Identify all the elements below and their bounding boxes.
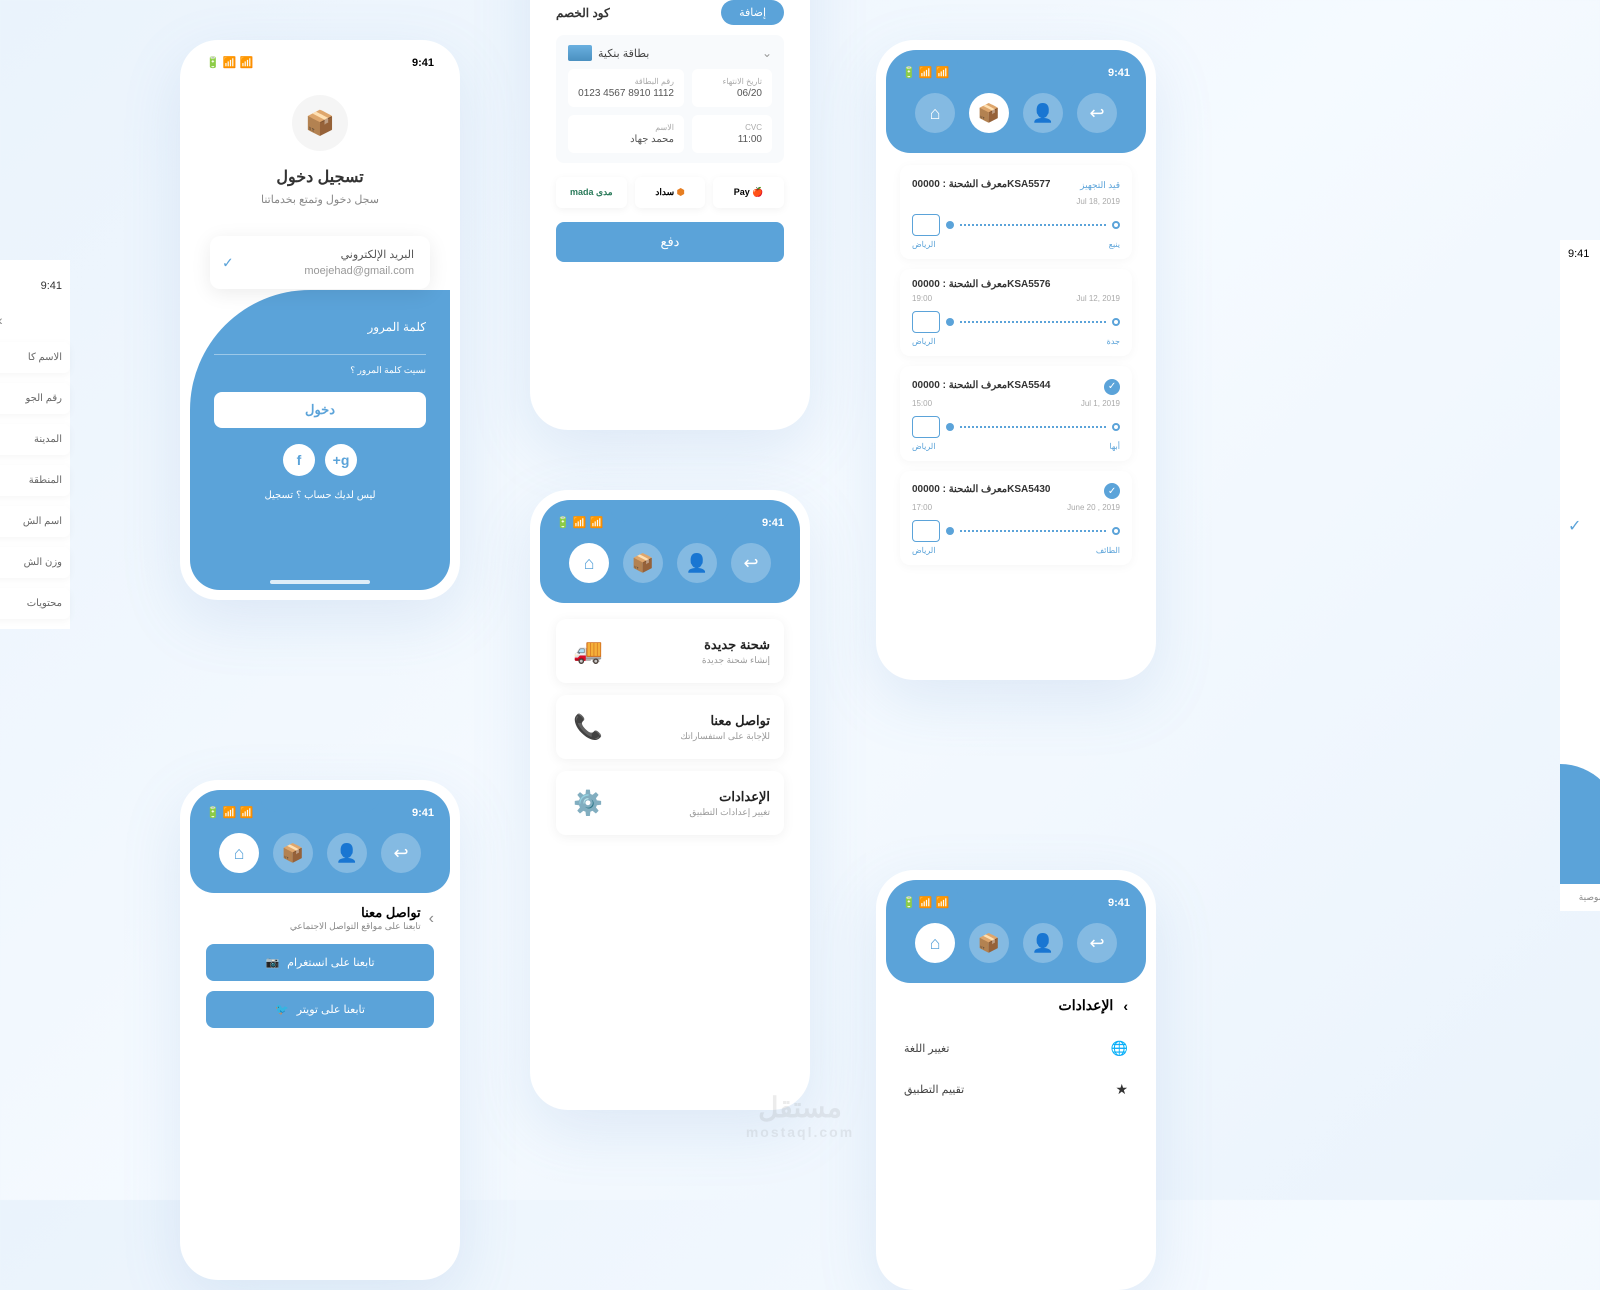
menu-item[interactable]: الإعداداتتغيير إعدادات التطبيق ⚙️ — [556, 771, 784, 835]
instagram-icon: 📷 — [265, 956, 279, 969]
twitter-button[interactable]: تابعنا على تويتر🐦 — [206, 991, 434, 1028]
login-button[interactable]: دخول — [214, 392, 426, 428]
settings-title: الإعدادات — [1059, 997, 1114, 1014]
contact-subtitle: تابعنا على مواقع التواصل الاجتماعي — [206, 921, 421, 932]
bank-card-section: ⌄ بطاقة بنكية تاريخ الانتهاء 06/20 رقم ا… — [556, 35, 784, 163]
menu-icon: ⚙️ — [570, 785, 606, 821]
nav-logout[interactable]: ↩ — [1077, 923, 1117, 963]
login-subtitle: سجل دخول وتمتع بخدماتنا — [190, 193, 450, 206]
watermark: مستقل mostaql.com — [746, 1091, 854, 1140]
globe-icon: 🌐 — [1111, 1040, 1128, 1057]
cvc-field[interactable]: CVC 11:00 — [692, 115, 772, 153]
form-field[interactable]: اسم الش — [0, 506, 70, 537]
back-icon[interactable]: › — [0, 308, 70, 342]
expiry-field[interactable]: تاريخ الانتهاء 06/20 — [692, 69, 772, 107]
signup-link[interactable]: ليس لديك حساب ؟ تسجيل — [214, 490, 426, 501]
shipment-card[interactable]: ✓ معرف الشحنة : 00000KSA5544 15:00Jul 1,… — [900, 366, 1132, 461]
add-discount-button[interactable]: إضافة — [721, 0, 784, 25]
mada-option[interactable]: مدى mada — [556, 177, 627, 208]
password-label: كلمة المرور — [214, 320, 426, 334]
facebook-login-button[interactable]: f — [283, 444, 315, 476]
nav-profile[interactable]: 👤 — [1023, 923, 1063, 963]
contact-title: تواصل معنا — [206, 905, 421, 921]
shipment-card[interactable]: معرف الشحنة : 00000KSA5576 19:00Jul 12, … — [900, 269, 1132, 356]
menu-item[interactable]: شحنة جديدةإنشاء شحنة جديدة 🚚 — [556, 619, 784, 683]
truck-icon — [912, 520, 940, 542]
menu-icon: 🚚 — [570, 633, 606, 669]
email-input[interactable]: البريد الإلكتروني moejehad@gmail.com ✓ — [210, 236, 430, 289]
shipment-card[interactable]: ✓ معرف الشحنة : 00000KSA5430 17:00June 2… — [900, 471, 1132, 566]
chevron-down-icon[interactable]: ⌄ — [762, 46, 772, 60]
nav-shipments[interactable]: 📦 — [273, 833, 313, 873]
star-icon: ★ — [1115, 1081, 1128, 1098]
rate-setting[interactable]: ★ تقييم التطبيق — [886, 1069, 1146, 1110]
nav-logout[interactable]: ↩ — [381, 833, 421, 873]
check-icon: ✓ — [1104, 483, 1120, 499]
nav-profile[interactable]: 👤 — [677, 543, 717, 583]
status-icons: 📶 📶 🔋 — [206, 56, 253, 69]
password-input[interactable] — [214, 354, 426, 355]
pay-button[interactable]: دفع — [556, 222, 784, 262]
back-icon[interactable]: › — [429, 910, 434, 928]
apple-pay-option[interactable]: 🍎 Pay — [713, 177, 784, 208]
nav-shipments[interactable]: 📦 — [623, 543, 663, 583]
card-number-field[interactable]: رقم البطاقة 0123 4567 8910 1112 — [568, 69, 684, 107]
app-logo: 📦 — [292, 95, 348, 151]
menu-item[interactable]: تواصل معناللإجابة على استفساراتك 📞 — [556, 695, 784, 759]
nav-profile[interactable]: 👤 — [327, 833, 367, 873]
shipment-card[interactable]: قيد التجهيز معرف الشحنة : 00000KSA5577 J… — [900, 165, 1132, 259]
form-field[interactable]: رقم الجو — [0, 383, 70, 414]
card-icon — [568, 45, 592, 61]
login-title: تسجيل دخول — [190, 167, 450, 187]
back-icon[interactable]: › — [1123, 998, 1128, 1014]
nav-home[interactable]: ⌂ — [915, 93, 955, 133]
sadad-option[interactable]: ⬢ سداد — [635, 177, 706, 208]
nav-home[interactable]: ⌂ — [915, 923, 955, 963]
check-icon: ✓ — [1104, 379, 1120, 395]
instagram-button[interactable]: تابعنا على انستغرام📷 — [206, 944, 434, 981]
nav-logout[interactable]: ↩ — [731, 543, 771, 583]
time: 9:41 — [412, 57, 434, 69]
truck-icon — [912, 214, 940, 236]
google-login-button[interactable]: g+ — [325, 444, 357, 476]
form-field[interactable]: وزن الش — [0, 547, 70, 578]
nav-profile[interactable]: 👤 — [1023, 93, 1063, 133]
nav-shipments[interactable]: 📦 — [969, 93, 1009, 133]
nav-shipments[interactable]: 📦 — [969, 923, 1009, 963]
form-field[interactable]: المدينة — [0, 424, 70, 455]
check-icon: ✓ — [222, 254, 234, 271]
nav-home[interactable]: ⌂ — [569, 543, 609, 583]
forgot-password-link[interactable]: نسيت كلمة المرور ؟ — [214, 365, 426, 376]
twitter-icon: 🐦 — [275, 1003, 289, 1016]
name-field[interactable]: الاسم محمد جهاد — [568, 115, 684, 153]
truck-icon — [912, 416, 940, 438]
check-icon: ✓ — [1560, 508, 1600, 544]
truck-icon — [912, 311, 940, 333]
form-field[interactable]: المنطقة — [0, 465, 70, 496]
form-field[interactable]: الاسم كا — [0, 342, 70, 373]
menu-icon: 📞 — [570, 709, 606, 745]
nav-logout[interactable]: ↩ — [1077, 93, 1117, 133]
discount-label: كود الخصم — [556, 6, 610, 20]
home-indicator — [270, 580, 370, 584]
form-field[interactable]: محتويات — [0, 588, 70, 619]
nav-home[interactable]: ⌂ — [219, 833, 259, 873]
language-setting[interactable]: 🌐 تغيير اللغة — [886, 1028, 1146, 1069]
